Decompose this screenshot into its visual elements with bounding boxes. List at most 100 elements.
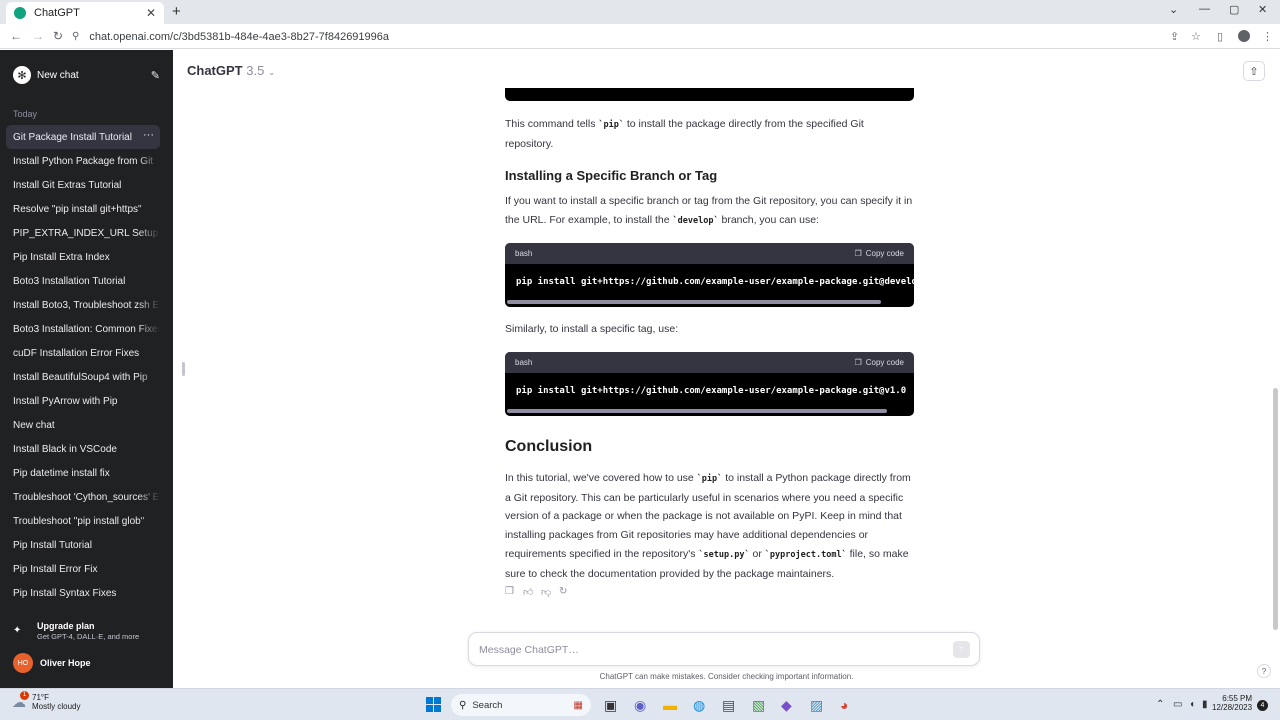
new-tab-button[interactable]: + (172, 3, 181, 20)
chat-item[interactable]: Install BeautifulSoup4 with Pip (6, 365, 160, 389)
section-heading: Conclusion (505, 438, 593, 455)
notification-badge[interactable]: 4 (1257, 700, 1268, 711)
battery-icon[interactable]: ▮ (1202, 699, 1208, 710)
user-menu-button[interactable]: HO Oliver Hope (13, 653, 91, 673)
photos-icon[interactable]: ▨ (810, 697, 823, 714)
search-icon: ⚲ (459, 699, 467, 711)
chat-item[interactable]: New chat (6, 413, 160, 437)
section-heading: Installing a Specific Branch or Tag (505, 168, 718, 183)
start-button[interactable] (426, 697, 441, 712)
network-icon[interactable]: ▭ (1173, 699, 1182, 710)
vscode-icon[interactable]: ◆ (781, 697, 792, 714)
file-explorer-icon[interactable]: ▬ (663, 697, 677, 713)
section-label-today: Today (13, 109, 38, 119)
address-bar[interactable]: ⚲ chat.openai.com/c/3bd5381b-484e-4ae3-8… (72, 27, 1162, 46)
code-scrollbar[interactable] (507, 300, 881, 304)
disclaimer: ChatGPT can make mistakes. Consider chec… (599, 672, 854, 681)
chevron-down-icon: ⌄ (267, 67, 276, 77)
share-chat-icon[interactable]: ⇧ (1243, 61, 1265, 81)
message-input[interactable] (479, 642, 939, 658)
excel-icon[interactable]: ▧ (752, 697, 765, 714)
more-options-icon[interactable]: ··· (143, 129, 154, 141)
teams-chat-icon[interactable]: ◉ (634, 697, 646, 714)
code-language: bash (515, 358, 533, 367)
taskbar: ☁ 1 71°F Mostly cloudy ⚲ Search ▦ ▣ ◉ ▬ ◍… (0, 688, 1280, 720)
code-block-header: bash ❐ Copy code (505, 243, 914, 264)
cloud-icon: ☁ 1 (12, 690, 29, 711)
store-icon[interactable]: ▤ (722, 697, 735, 714)
upgrade-plan-button[interactable]: ✦ Upgrade plan Get GPT-4, DALL·E, and mo… (13, 621, 163, 641)
chat-item[interactable]: Install Black in VSCode (6, 437, 160, 461)
edge-icon[interactable]: ◍ (693, 697, 705, 714)
chat-item[interactable]: Pip Install Tutorial (6, 533, 160, 557)
chat-item[interactable]: Pip Install Syntax Fixes (6, 581, 160, 605)
window-close-icon[interactable]: ✕ (1258, 3, 1267, 16)
volume-icon[interactable]: ◖ (1189, 699, 1195, 710)
minimize-icon[interactable]: — (1199, 3, 1210, 15)
thumbs-up-icon[interactable]: 👍︎ (523, 586, 534, 598)
system-clock[interactable]: 6:55 PM 12/28/2023 (1212, 694, 1252, 712)
profile-icon[interactable] (1238, 30, 1250, 45)
chat-item[interactable]: Install PyArrow with Pip (6, 389, 160, 413)
clock-time: 6:55 PM (1222, 694, 1253, 703)
taskbar-search[interactable]: ⚲ Search ▦ (451, 694, 591, 716)
scrollbar[interactable] (1273, 388, 1278, 630)
upgrade-subtitle: Get GPT-4, DALL·E, and more (37, 632, 140, 641)
browser-tab[interactable]: ChatGPT ✕ (6, 2, 164, 24)
model-selector[interactable]: ChatGPT 3.5 ⌄ (187, 63, 276, 78)
chat-item[interactable]: Pip datetime install fix (6, 461, 160, 485)
new-chat-button[interactable]: ✻ New chat ✎ (13, 65, 160, 85)
reload-icon[interactable]: ↻ (53, 29, 63, 43)
send-button[interactable]: ↑ (953, 641, 970, 658)
weather-widget[interactable]: ☁ 1 71°F Mostly cloudy (12, 690, 80, 711)
browser-toolbar: ← → ↻ ⚲ chat.openai.com/c/3bd5381b-484e-… (0, 24, 1280, 49)
regenerate-icon[interactable]: ↻ (559, 586, 570, 598)
back-icon[interactable]: ← (10, 29, 22, 43)
task-view-icon[interactable]: ▣ (604, 697, 617, 714)
chat-item[interactable]: Install Git Extras Tutorial (6, 173, 160, 197)
chat-item[interactable]: Install Python Package from Git (6, 149, 160, 173)
chat-item[interactable]: Pip Install Extra Index (6, 245, 160, 269)
chat-item[interactable]: Boto3 Installation Tutorial (6, 269, 160, 293)
sidepanel-icon[interactable]: ▯ (1217, 30, 1223, 43)
paragraph: If you want to install a specific branch… (505, 195, 913, 226)
chat-item[interactable]: Resolve "pip install git+https" (6, 197, 160, 221)
chat-item[interactable]: cuDF Installation Error Fixes (6, 341, 160, 365)
edit-icon[interactable]: ✎ (151, 69, 160, 82)
paragraph: In this tutorial, we've covered how to u… (505, 472, 911, 580)
clipboard-icon: ❐ (854, 249, 862, 258)
clock-date: 12/28/2023 (1212, 703, 1253, 712)
copy-icon[interactable]: ❐ (505, 586, 516, 598)
code-text: pip install git+https://github.com/examp… (516, 277, 914, 287)
code-block: bash ❐ Copy code pip install git+https://… (505, 352, 914, 416)
code-scrollbar[interactable] (507, 409, 887, 413)
help-icon[interactable]: ? (1257, 664, 1271, 678)
tab-search-icon[interactable]: ⌄ (1169, 3, 1178, 16)
chat-item[interactable]: PIP_EXTRA_INDEX_URL Setup (6, 221, 160, 245)
model-name: ChatGPT (187, 63, 243, 78)
site-info-icon[interactable]: ⚲ (72, 31, 79, 42)
chat-item[interactable]: Troubleshoot "pip install glob" (6, 509, 160, 533)
bookmark-star-icon[interactable]: ☆ (1191, 30, 1201, 43)
chat-item[interactable]: Install Boto3, Troubleshoot zsh Err (6, 293, 160, 317)
chat-item[interactable]: Boto3 Installation: Common Fixes (6, 317, 160, 341)
chevron-up-icon[interactable]: ⌃ (1156, 699, 1164, 710)
sidebar-toggle-handle[interactable] (182, 362, 185, 376)
chatgpt-favicon-icon (14, 7, 26, 19)
forward-icon[interactable]: → (32, 29, 44, 43)
chat-item[interactable]: Pip Install Error Fix (6, 557, 160, 581)
maximize-icon[interactable]: ▢ (1229, 3, 1239, 16)
temperature: 71°F (32, 693, 49, 702)
chrome-icon[interactable]: ◕ (840, 697, 848, 713)
share-page-icon[interactable]: ⇪ (1170, 30, 1179, 43)
code-language: bash (515, 249, 533, 258)
search-highlight-icon: ▦ (573, 699, 583, 711)
copy-code-button[interactable]: ❐ Copy code (855, 358, 904, 367)
weather-alert-badge: 1 (20, 690, 29, 700)
thumbs-down-icon[interactable]: 👎︎ (541, 586, 552, 598)
chat-item[interactable]: Git Package Install Tutorial ··· (6, 125, 160, 149)
chat-item[interactable]: Troubleshoot 'Cython_sources' Er (6, 485, 160, 509)
menu-icon[interactable]: ⋮ (1262, 30, 1273, 43)
copy-code-button[interactable]: ❐ Copy code (855, 249, 904, 258)
tab-close-icon[interactable]: ✕ (146, 6, 156, 20)
